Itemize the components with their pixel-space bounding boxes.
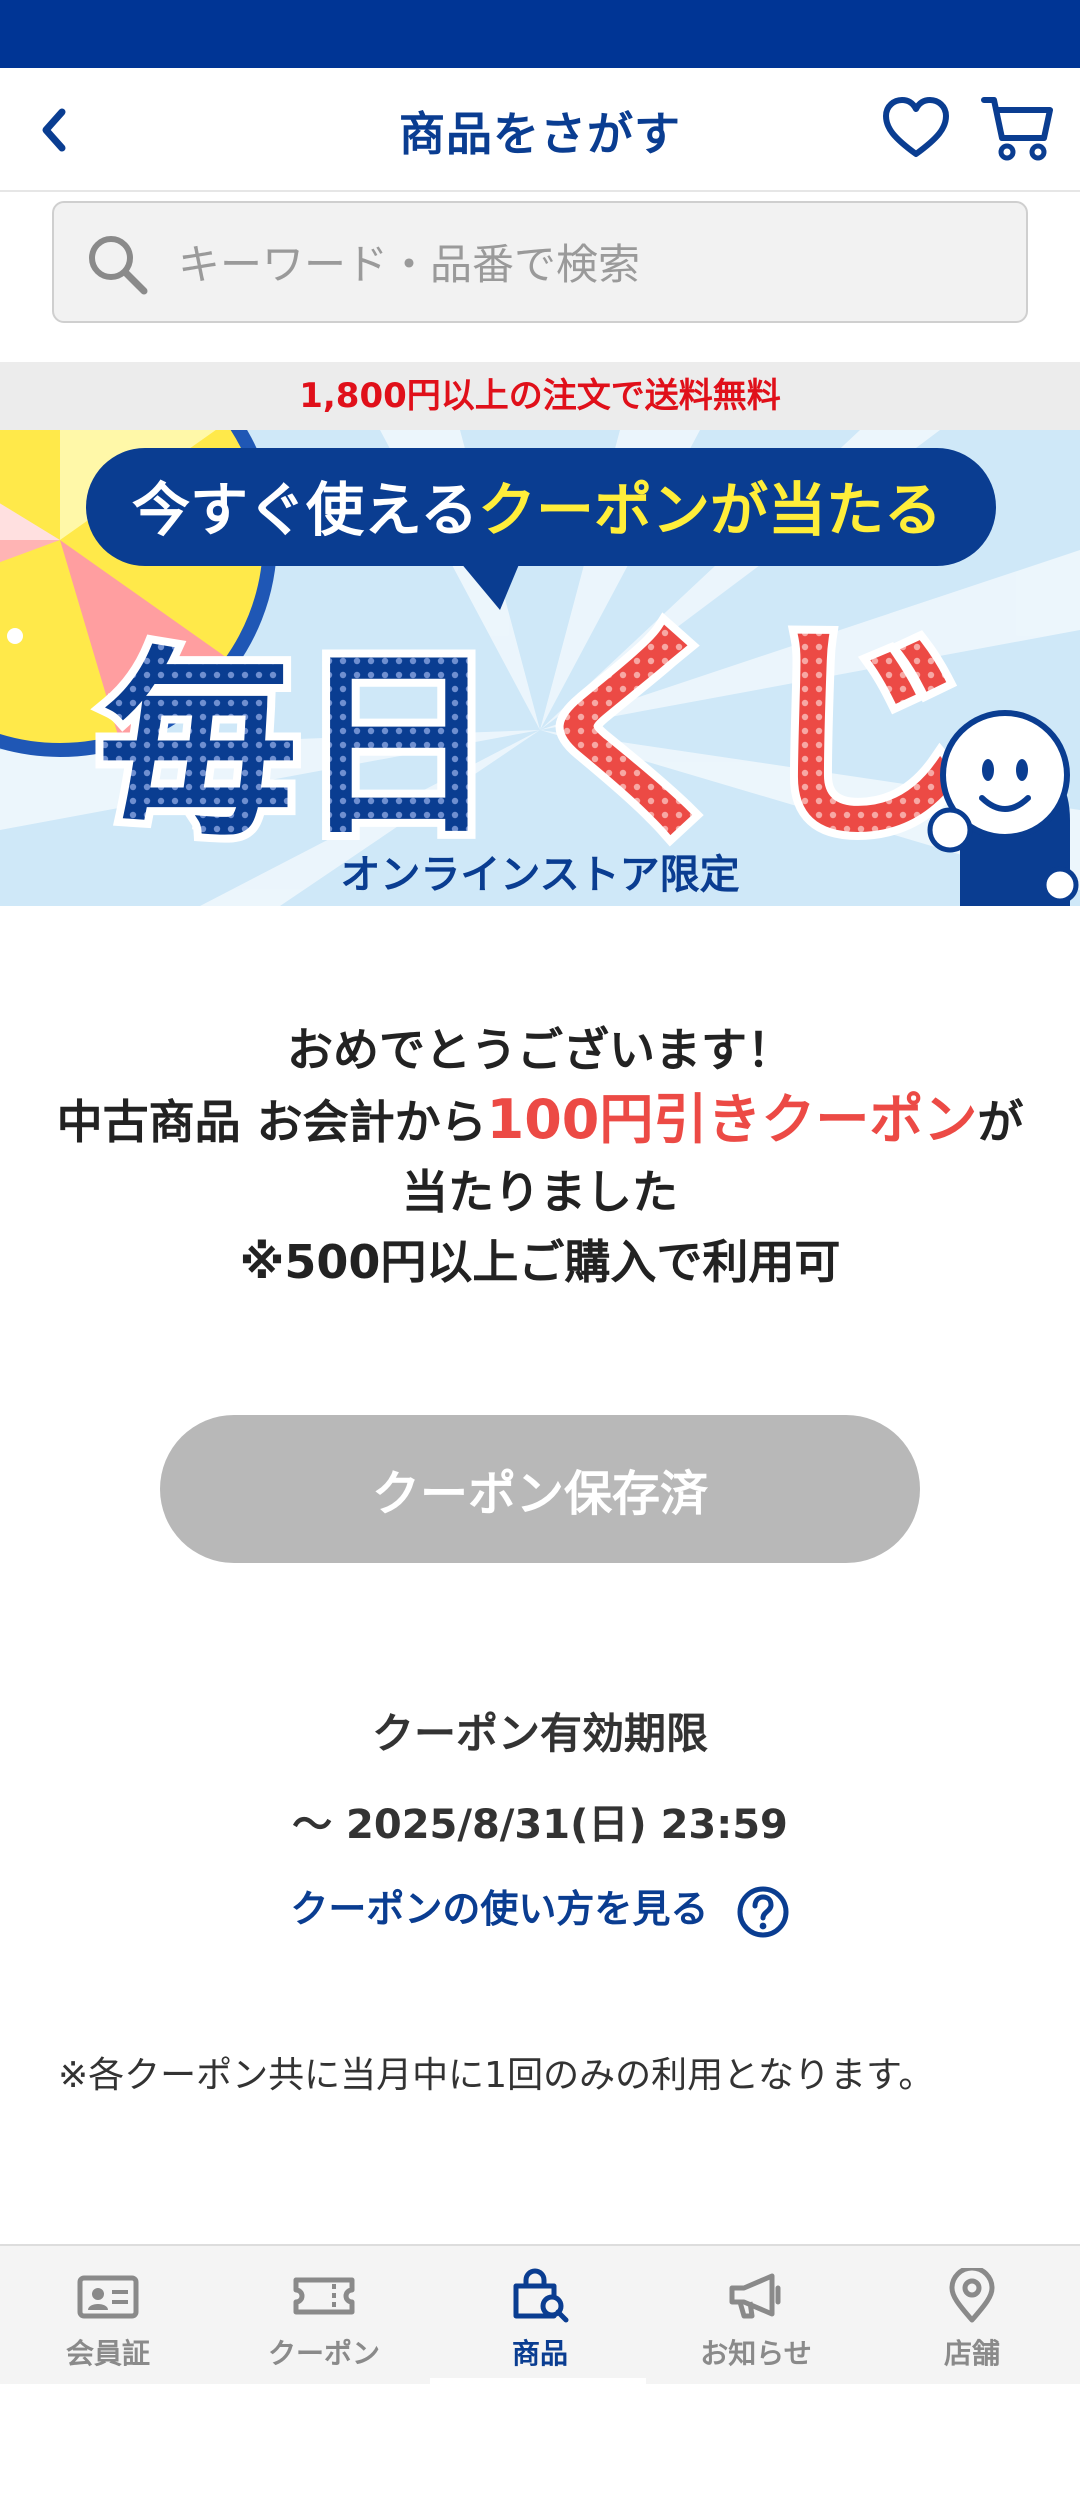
free-shipping-notice: 1,800円以上の注文で送料無料 <box>0 362 1080 430</box>
expiry-date: 〜 2025/8/31(日) 23:59 <box>292 1802 788 1848</box>
ticket-icon <box>293 2277 355 2315</box>
daily-lottery-banner[interactable]: 今すぐ使える クーポンが当たる 毎日 くじ オンラインストア限定 <box>0 430 1080 906</box>
shopping-bag-search-icon <box>513 2268 569 2323</box>
nav-coupon[interactable]: クーポン <box>216 2246 432 2384</box>
megaphone-icon <box>729 2273 781 2319</box>
search-icon <box>89 236 148 295</box>
coupon-note: ※各クーポン共に当月中に1回のみの利用となります。 <box>58 2055 935 2096</box>
active-tab-indicator <box>430 2378 646 2384</box>
nav-notifications[interactable]: お知らせ <box>648 2246 864 2384</box>
search-input[interactable] <box>178 233 998 295</box>
heart-icon <box>883 97 949 157</box>
nav-label: 店舗 <box>943 2337 1000 2370</box>
banner-main-kanji: 毎日 <box>98 630 498 863</box>
help-circle-icon <box>737 1886 789 1937</box>
search-bar[interactable] <box>52 201 1028 323</box>
banner-graphic: 今すぐ使える クーポンが当たる 毎日 くじ オンラインストア限定 <box>0 430 1080 906</box>
prize-line: 中古商品 お会計から100円引きクーポンが <box>0 1085 1080 1157</box>
nav-member-card[interactable]: 会員証 <box>0 2246 216 2384</box>
location-pin-icon <box>949 2268 995 2323</box>
member-card-icon <box>77 2275 139 2319</box>
nav-stores[interactable]: 店舗 <box>864 2246 1080 2384</box>
app-header: 商品をさがす <box>0 68 1080 192</box>
nav-products[interactable]: 商品 <box>432 2246 648 2384</box>
usage-condition: ※500円以上ご購入で利用可 <box>239 1235 841 1289</box>
prize-prefix: 中古商品 お会計から <box>56 1095 487 1149</box>
congrats-text: おめでとうございます！ <box>287 1023 793 1077</box>
howto-label: クーポンの使い方を見る <box>290 1887 709 1931</box>
win-message: おめでとうございます！ 中古商品 お会計から100円引きクーポンが 当たりました… <box>0 1015 1080 1297</box>
banner-footer: オンラインストア限定 <box>340 852 739 898</box>
expiry-title: クーポン有効期限 <box>371 1709 708 1758</box>
nav-label: お知らせ <box>700 2337 812 2370</box>
bottom-navigation: 会員証 クーポン 商品 お知らせ 店舗 <box>0 2244 1080 2384</box>
nav-label: 商品 <box>511 2337 568 2370</box>
won-text: 当たりました <box>402 1165 678 1219</box>
prize-suffix: が <box>977 1095 1024 1149</box>
banner-main-kana: くじ <box>520 603 980 870</box>
nav-label: クーポン <box>267 2337 380 2370</box>
banner-headline-part2: クーポンが当たる <box>478 476 942 544</box>
cart-button[interactable] <box>980 92 1056 164</box>
status-bar <box>0 0 1080 68</box>
coupon-howto-link[interactable]: クーポンの使い方を見る <box>0 1878 1080 1939</box>
cart-icon <box>981 97 1053 161</box>
banner-headline-part1: 今すぐ使える <box>132 476 478 544</box>
coupon-saved-button[interactable]: クーポン保存済 <box>160 1415 920 1563</box>
prize-accent: 100円引きクーポン <box>486 1088 978 1151</box>
nav-label: 会員証 <box>65 2337 150 2370</box>
favorites-button[interactable] <box>880 92 952 164</box>
